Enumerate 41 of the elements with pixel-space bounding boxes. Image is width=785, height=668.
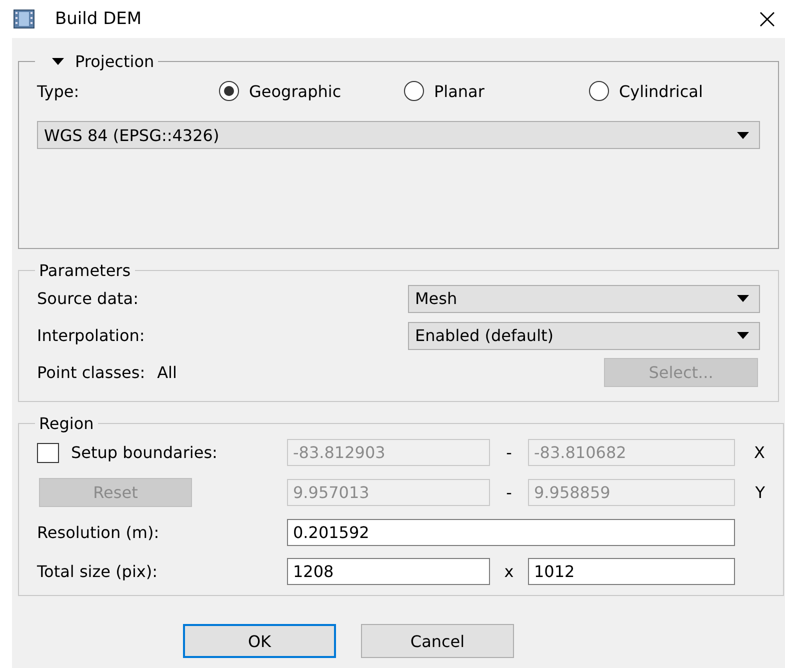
caret-icon [737, 132, 749, 138]
radio-button[interactable] [589, 81, 609, 101]
field-label: Interpolation: [37, 326, 145, 345]
radio-option[interactable]: Geographic [219, 81, 404, 101]
dropdown[interactable]: Mesh [408, 284, 760, 312]
field-label: Resolution (m): [37, 523, 160, 542]
group-title: Projection [75, 52, 154, 71]
caret-icon [737, 295, 749, 302]
caret-icon [737, 332, 749, 339]
group-title: Parameters [39, 261, 131, 280]
input-field[interactable]: 0.201592 [287, 519, 735, 546]
triangle-icon[interactable] [51, 56, 65, 66]
input-field[interactable]: 1208 [287, 558, 490, 585]
radio-label: Cylindrical [619, 82, 703, 100]
cancel-button[interactable]: Cancel [361, 624, 514, 658]
field-label: Type: [37, 82, 80, 100]
range-dash: - [505, 483, 513, 502]
axis-label: X [753, 443, 765, 462]
checkbox-label: Setup boundaries: [71, 443, 218, 462]
input-field[interactable]: 1012 [528, 558, 735, 585]
field-label: Total size (pix): [37, 562, 159, 581]
field-label: Source data: [37, 289, 138, 308]
radio-option[interactable]: Planar [404, 81, 589, 101]
film-icon [13, 9, 35, 29]
close-button[interactable]: × [750, 5, 785, 33]
radio-label: Geographic [249, 82, 342, 100]
range-dash: - [505, 443, 513, 462]
times-sign: x [503, 562, 515, 581]
group-title: Region [39, 414, 94, 433]
radio-button[interactable] [219, 81, 239, 101]
window-title: Build DEM [55, 9, 142, 29]
radio-label: Planar [434, 82, 484, 100]
axis-label: Y [754, 483, 765, 502]
radio-button[interactable] [404, 81, 424, 101]
ok-button[interactable]: OK [183, 624, 336, 658]
field-label: Point classes: [37, 363, 146, 382]
field-value: All [157, 363, 177, 382]
checkbox[interactable] [37, 442, 59, 462]
radio-option[interactable]: Cylindrical [589, 81, 703, 101]
crs-dropdown[interactable]: WGS 84 (EPSG::4326) [37, 121, 760, 149]
dropdown[interactable]: Enabled (default) [408, 322, 760, 350]
